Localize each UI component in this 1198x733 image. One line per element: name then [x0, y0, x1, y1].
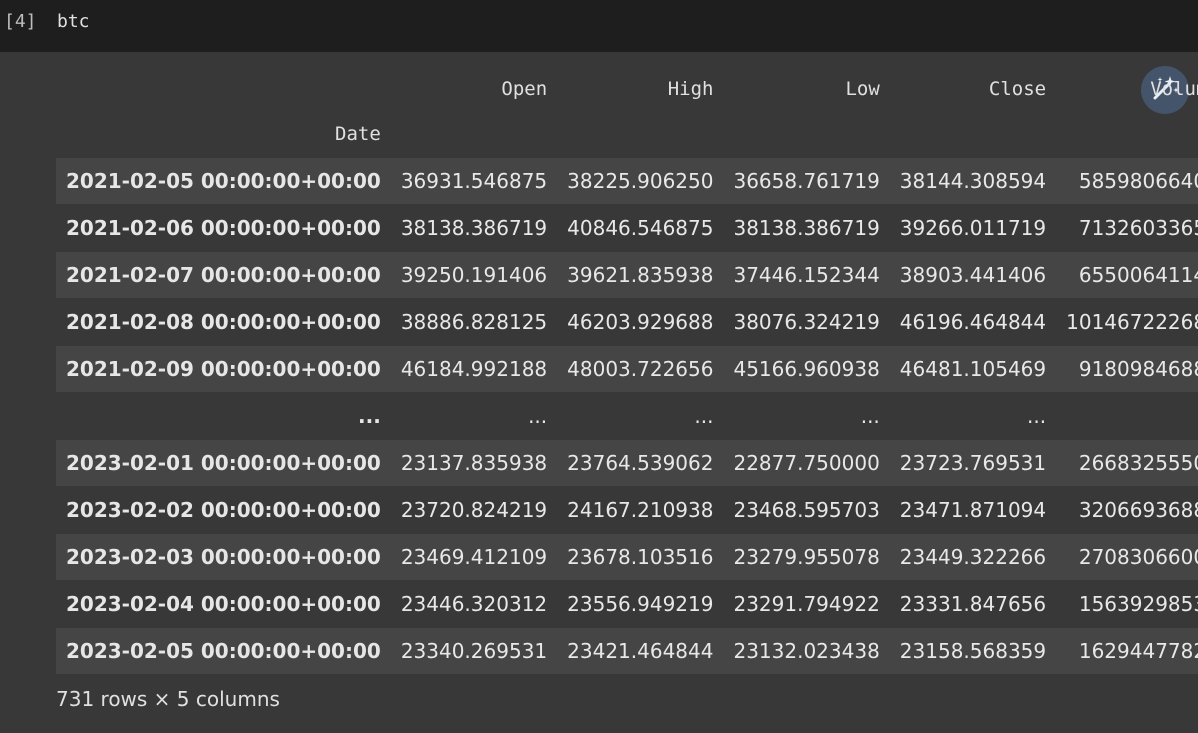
table-cell: 38144.308594	[899, 168, 1047, 193]
table-cell: 39250.191406	[400, 262, 548, 287]
table-cell: 71326033653	[1078, 215, 1198, 240]
table-cell: 32066936882	[1078, 497, 1198, 522]
table-cell: 24167.210938	[567, 497, 714, 522]
table-cell: 38138.386719	[733, 215, 880, 240]
table-cell: 38886.828125	[400, 309, 548, 334]
column-header-row: Open High Low Close Volume	[56, 66, 1198, 111]
table-cell: ...	[694, 403, 714, 428]
table-cell: 23279.955078	[733, 544, 880, 569]
table-cell: 36931.546875	[400, 168, 548, 193]
table-cell: 23471.871094	[899, 497, 1047, 522]
row-index: 2021-02-09 00:00:00+00:00	[66, 356, 381, 381]
table-cell: ...	[528, 403, 548, 428]
table-cell: 23720.824219	[400, 497, 548, 522]
dataframe-shape: 731 rows × 5 columns	[56, 687, 280, 711]
table-cell: 46203.929688	[567, 309, 714, 334]
table-cell: 46481.105469	[899, 356, 1047, 381]
table-cell: 26683255504	[1078, 450, 1198, 475]
table-cell: 46196.464844	[899, 309, 1047, 334]
table-cell: 23421.464844	[567, 638, 714, 663]
table-cell: 15639298538	[1078, 591, 1198, 616]
table-cell: 38225.906250	[567, 168, 714, 193]
row-index: 2021-02-07 00:00:00+00:00	[66, 262, 381, 287]
dataframe-table: Open High Low Close Volume Date 2021-02-…	[56, 66, 1198, 674]
table-cell: 37446.152344	[733, 262, 880, 287]
table-row: 2023-02-04 00:00:00+00:00 23446.320312 235…	[56, 580, 1198, 627]
table-cell: 23449.322266	[899, 544, 1047, 569]
table-cell: 58598066402	[1078, 168, 1198, 193]
table-row: 2021-02-07 00:00:00+00:00 39250.191406 396…	[56, 251, 1198, 298]
table-cell: 101467222687	[1066, 309, 1198, 334]
table-cell: 23468.595703	[733, 497, 880, 522]
index-name-row: Date	[56, 111, 1198, 157]
table-row: 2023-02-03 00:00:00+00:00 23469.412109 236…	[56, 533, 1198, 580]
table-row: 2021-02-08 00:00:00+00:00 38886.828125 462…	[56, 298, 1198, 345]
table-cell: 27083066007	[1078, 544, 1198, 569]
table-cell: 38076.324219	[733, 309, 880, 334]
table-cell: ...	[1056, 392, 1198, 439]
row-index: ...	[358, 403, 381, 428]
table-cell: 38138.386719	[400, 215, 548, 240]
table-cell: 23764.539062	[567, 450, 714, 475]
column-header: Volume	[1150, 77, 1198, 100]
table-row: 2021-02-09 00:00:00+00:00 46184.992188 480…	[56, 345, 1198, 392]
column-header: Open	[501, 77, 548, 100]
table-cell: 23340.269531	[400, 638, 548, 663]
table-row: 2023-02-05 00:00:00+00:00 23340.269531 234…	[56, 627, 1198, 674]
index-name: Date	[335, 122, 381, 145]
table-cell: 40846.546875	[567, 215, 714, 240]
code-text[interactable]: btc	[57, 11, 90, 32]
table-row: ..................	[56, 392, 1198, 439]
row-index: 2021-02-08 00:00:00+00:00	[66, 309, 381, 334]
table-cell: 23158.568359	[899, 638, 1047, 663]
table-cell: 23137.835938	[400, 450, 548, 475]
table-cell: 23556.949219	[567, 591, 714, 616]
table-cell: 23723.769531	[899, 450, 1047, 475]
table-cell: 22877.750000	[733, 450, 880, 475]
row-index: 2023-02-02 00:00:00+00:00	[66, 497, 381, 522]
table-cell: 65500641143	[1078, 262, 1198, 287]
column-header: High	[667, 77, 714, 100]
table-row: 2023-02-02 00:00:00+00:00 23720.824219 241…	[56, 486, 1198, 533]
row-index: 2021-02-05 00:00:00+00:00	[66, 168, 381, 193]
code-input-cell[interactable]: [4] btc	[0, 0, 1198, 52]
table-cell: 38903.441406	[899, 262, 1047, 287]
execution-count: [4]	[4, 11, 37, 32]
table-cell: ...	[860, 403, 880, 428]
row-index: 2023-02-03 00:00:00+00:00	[66, 544, 381, 569]
table-cell: 45166.960938	[733, 356, 880, 381]
table-row: 2021-02-05 00:00:00+00:00 36931.546875 382…	[56, 157, 1198, 204]
table-cell: 48003.722656	[567, 356, 714, 381]
row-index: 2023-02-04 00:00:00+00:00	[66, 591, 381, 616]
table-cell: 23132.023438	[733, 638, 880, 663]
table-cell: 16294477824	[1078, 638, 1198, 663]
table-row: 2023-02-01 00:00:00+00:00 23137.835938 237…	[56, 439, 1198, 486]
table-cell: 46184.992188	[400, 356, 548, 381]
row-index: 2023-02-05 00:00:00+00:00	[66, 638, 381, 663]
row-index: 2023-02-01 00:00:00+00:00	[66, 450, 381, 475]
table-cell: 23291.794922	[733, 591, 880, 616]
table-cell: 91809846886	[1078, 356, 1198, 381]
table-cell: 36658.761719	[733, 168, 880, 193]
table-cell: 39621.835938	[567, 262, 714, 287]
table-cell: 39266.011719	[899, 215, 1047, 240]
index-corner	[56, 66, 391, 111]
column-header: Low	[845, 77, 880, 100]
table-cell: 23446.320312	[400, 591, 548, 616]
table-cell: 23469.412109	[400, 544, 548, 569]
table-row: 2021-02-06 00:00:00+00:00 38138.386719 408…	[56, 204, 1198, 251]
table-cell: 23331.847656	[899, 591, 1047, 616]
column-header: Close	[988, 77, 1047, 100]
table-cell: ...	[1027, 403, 1047, 428]
row-index: 2021-02-06 00:00:00+00:00	[66, 215, 381, 240]
table-cell: 23678.103516	[567, 544, 714, 569]
